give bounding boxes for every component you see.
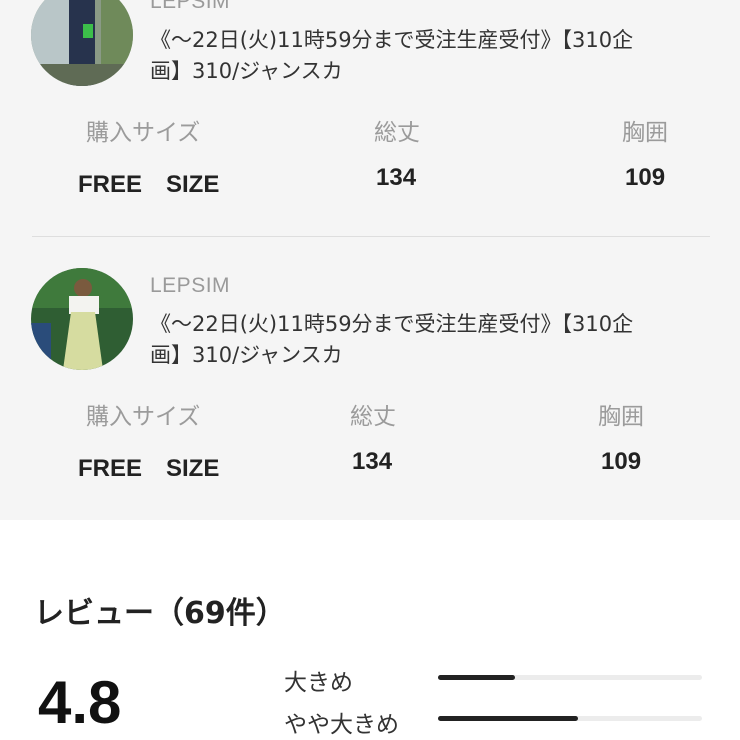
product-name[interactable]: 《〜22日(火)11時59分まで受注生産受付》【310企 画】310/ジャンスカ — [150, 309, 710, 371]
fit-bar-fill — [438, 716, 578, 721]
reviewer-avatar[interactable] — [31, 268, 133, 370]
length-value: 134 — [376, 164, 417, 191]
length-header: 総丈 — [374, 120, 420, 146]
product-name-line: 《〜22日(火)11時59分まで受注生産受付》【310企 — [150, 28, 634, 52]
fit-bar-large — [438, 675, 702, 680]
product-name-line: 画】310/ジャンスカ — [150, 59, 343, 83]
purchase-size-header: 購入サイズ — [86, 120, 201, 146]
bust-value: 109 — [625, 164, 666, 191]
brand-name: LEPSIM — [150, 274, 231, 297]
review-section-title: レビュー（69件） — [34, 596, 286, 631]
reviewer-avatar[interactable] — [31, 0, 133, 86]
review-card[interactable]: LEPSIM 《〜22日(火)11時59分まで受注生産受付》【310企 画】31… — [0, 268, 740, 508]
divider — [32, 236, 710, 237]
product-name[interactable]: 《〜22日(火)11時59分まで受注生産受付》【310企 画】310/ジャンスカ — [150, 25, 710, 87]
purchase-size-value: FREE SIZE — [78, 171, 220, 198]
fit-bar-slightly-large — [438, 716, 702, 721]
bust-value: 109 — [601, 448, 642, 475]
fit-bar-fill — [438, 675, 515, 680]
purchase-size-header: 購入サイズ — [86, 404, 201, 430]
bust-header: 胸囲 — [622, 120, 668, 146]
length-value: 134 — [352, 448, 393, 475]
fit-label-large: 大きめ — [284, 670, 353, 696]
fit-label-slightly-large: やや大きめ — [284, 712, 399, 738]
length-header: 総丈 — [350, 404, 396, 430]
brand-name: LEPSIM — [150, 0, 230, 8]
product-name-line: 画】310/ジャンスカ — [150, 343, 343, 367]
purchase-size-value: FREE SIZE — [78, 455, 220, 482]
review-card[interactable]: LEPSIM 《〜22日(火)11時59分まで受注生産受付》【310企 画】31… — [0, 0, 740, 224]
bust-header: 胸囲 — [598, 404, 644, 430]
product-name-line: 《〜22日(火)11時59分まで受注生産受付》【310企 — [150, 312, 634, 336]
average-rating: 4.8 — [38, 669, 122, 736]
